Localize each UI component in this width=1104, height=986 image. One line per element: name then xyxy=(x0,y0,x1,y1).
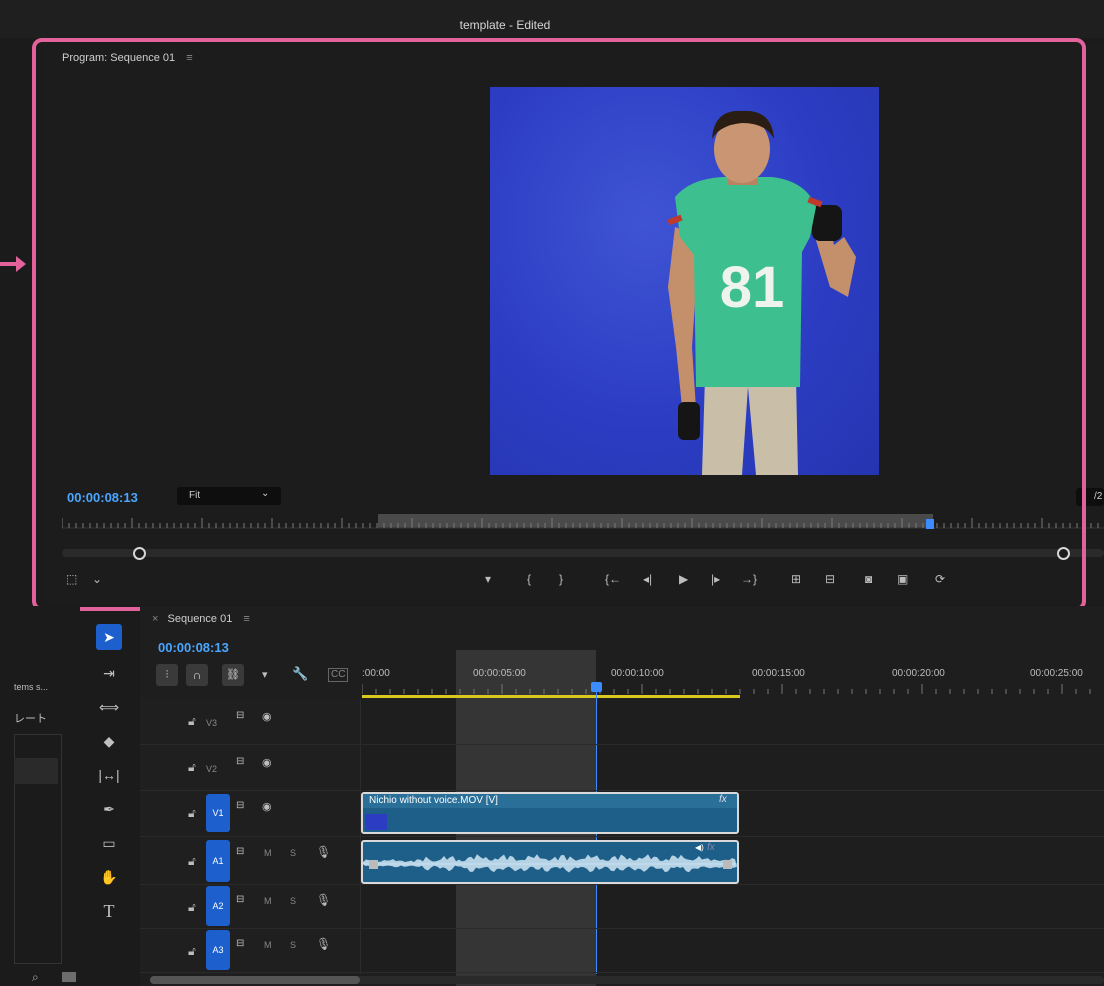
playhead-handle[interactable] xyxy=(591,682,602,692)
lock-icon[interactable]: 🔓︎ xyxy=(188,760,196,775)
window-title: template - Edited xyxy=(459,18,551,32)
track-a2 xyxy=(140,886,1104,929)
annotation-arrow-icon xyxy=(0,256,26,272)
folder-icon[interactable] xyxy=(62,972,76,982)
sync-lock-icon[interactable]: ⊟ xyxy=(236,846,244,857)
timeline-tab-title: Sequence 01 xyxy=(167,613,233,625)
project-panel: tems s... レート ⌕ xyxy=(0,606,80,986)
track-a3 xyxy=(140,930,1104,973)
solo-button[interactable]: S xyxy=(290,940,296,950)
mute-button[interactable]: M xyxy=(264,940,272,950)
search-icon[interactable]: ⌕ xyxy=(32,970,39,985)
track-name: V2 xyxy=(206,764,218,774)
type-tool-icon[interactable]: T xyxy=(96,898,122,924)
panel-menu-icon[interactable]: ≡ xyxy=(243,613,249,625)
lock-icon[interactable]: 🔓︎ xyxy=(188,944,196,959)
sync-lock-icon[interactable]: ⊟ xyxy=(236,800,244,811)
timeline-toolbar: ⫶ ∩ ⛓ ▾ 🔧 CC xyxy=(156,664,356,688)
track-select-tool-icon[interactable]: ⇥ xyxy=(96,660,122,686)
pen-tool-icon[interactable]: ✒ xyxy=(96,796,122,822)
track-target-a3[interactable]: A3 xyxy=(206,930,230,970)
solo-button[interactable]: S xyxy=(290,896,296,906)
microphone-icon[interactable]: 🎙︎ xyxy=(316,937,331,951)
eye-icon[interactable]: ◉ xyxy=(262,800,272,813)
snap-icon[interactable]: ∩ xyxy=(186,664,208,686)
nest-icon[interactable]: ⫶ xyxy=(156,664,178,686)
speaker-icon: ◀) xyxy=(695,843,704,852)
mute-button[interactable]: M xyxy=(264,896,272,906)
slip-tool-icon[interactable]: |↔| xyxy=(96,762,122,788)
eye-icon[interactable]: ◉ xyxy=(262,710,272,723)
wrench-icon[interactable]: 🔧 xyxy=(292,666,308,682)
project-item[interactable]: tems s... xyxy=(14,682,48,692)
lock-icon[interactable]: 🔓︎ xyxy=(188,900,196,915)
lock-icon[interactable]: 🔓︎ xyxy=(188,854,196,869)
resolution-value: /2 xyxy=(1094,491,1103,502)
close-icon[interactable]: × xyxy=(152,613,158,625)
sync-lock-icon[interactable]: ⊟ xyxy=(236,894,244,905)
ruler-label: 00:00:20:00 xyxy=(892,668,945,679)
title-bar: template - Edited xyxy=(0,0,1104,38)
track-v3 xyxy=(140,700,1104,745)
linked-selection-icon[interactable]: ⛓ xyxy=(222,664,244,686)
selection-tool-icon[interactable]: ➤ xyxy=(96,624,122,650)
solo-button[interactable]: S xyxy=(290,848,296,858)
ruler-label: 00:00:05:00 xyxy=(473,668,526,679)
track-name: V3 xyxy=(206,718,218,728)
razor-tool-icon[interactable]: ◆ xyxy=(96,728,122,754)
fx-badge[interactable]: fx xyxy=(719,794,727,805)
audio-clip[interactable]: fx ◀) xyxy=(361,840,739,884)
track-target-v1[interactable]: V1 xyxy=(206,794,230,832)
microphone-icon[interactable]: 🎙︎ xyxy=(316,845,331,859)
eye-icon[interactable]: ◉ xyxy=(262,756,272,769)
fx-badge[interactable]: fx xyxy=(707,842,715,853)
ruler-label: 00:00:10:00 xyxy=(611,668,664,679)
hand-tool-icon[interactable]: ✋ xyxy=(96,864,122,890)
video-clip[interactable]: Nichio without voice.MOV [V] fx xyxy=(361,792,739,834)
sync-lock-icon[interactable]: ⊟ xyxy=(236,710,244,721)
tools-panel: ➤ ⇥ ⟺ ◆ |↔| ✒ ▭ ✋ T xyxy=(84,614,136,986)
ripple-edit-tool-icon[interactable]: ⟺ xyxy=(96,694,122,720)
rectangle-tool-icon[interactable]: ▭ xyxy=(96,830,122,856)
list-item[interactable] xyxy=(14,758,58,784)
lock-icon[interactable]: 🔓︎ xyxy=(188,806,196,821)
timeline-tab[interactable]: × Sequence 01 ≡ xyxy=(152,613,250,625)
captions-icon[interactable]: CC xyxy=(328,668,349,682)
track-target-a2[interactable]: A2 xyxy=(206,886,230,926)
lock-icon[interactable]: 🔓︎ xyxy=(188,714,196,729)
ruler-label: 00:00:25:00 xyxy=(1030,668,1083,679)
ruler-label: :00:00 xyxy=(362,668,390,679)
ruler-label: 00:00:15:00 xyxy=(752,668,805,679)
clip-thumbnail xyxy=(365,814,387,830)
clip-name: Nichio without voice.MOV [V] xyxy=(369,795,498,806)
track-v2 xyxy=(140,746,1104,791)
highlight-frame xyxy=(32,38,1086,611)
sync-lock-icon[interactable]: ⊟ xyxy=(236,938,244,949)
timeline-timecode[interactable]: 00:00:08:13 xyxy=(158,640,229,655)
timeline-ruler[interactable] xyxy=(362,682,1104,700)
add-marker-icon[interactable]: ▾ xyxy=(262,668,268,681)
sync-lock-icon[interactable]: ⊟ xyxy=(236,756,244,767)
track-target-a1[interactable]: A1 xyxy=(206,840,230,882)
project-item[interactable]: レート xyxy=(14,710,47,726)
audio-waveform xyxy=(363,854,737,873)
timeline-scrollbar-thumb[interactable] xyxy=(150,976,360,984)
microphone-icon[interactable]: 🎙︎ xyxy=(316,893,331,907)
mute-button[interactable]: M xyxy=(264,848,272,858)
